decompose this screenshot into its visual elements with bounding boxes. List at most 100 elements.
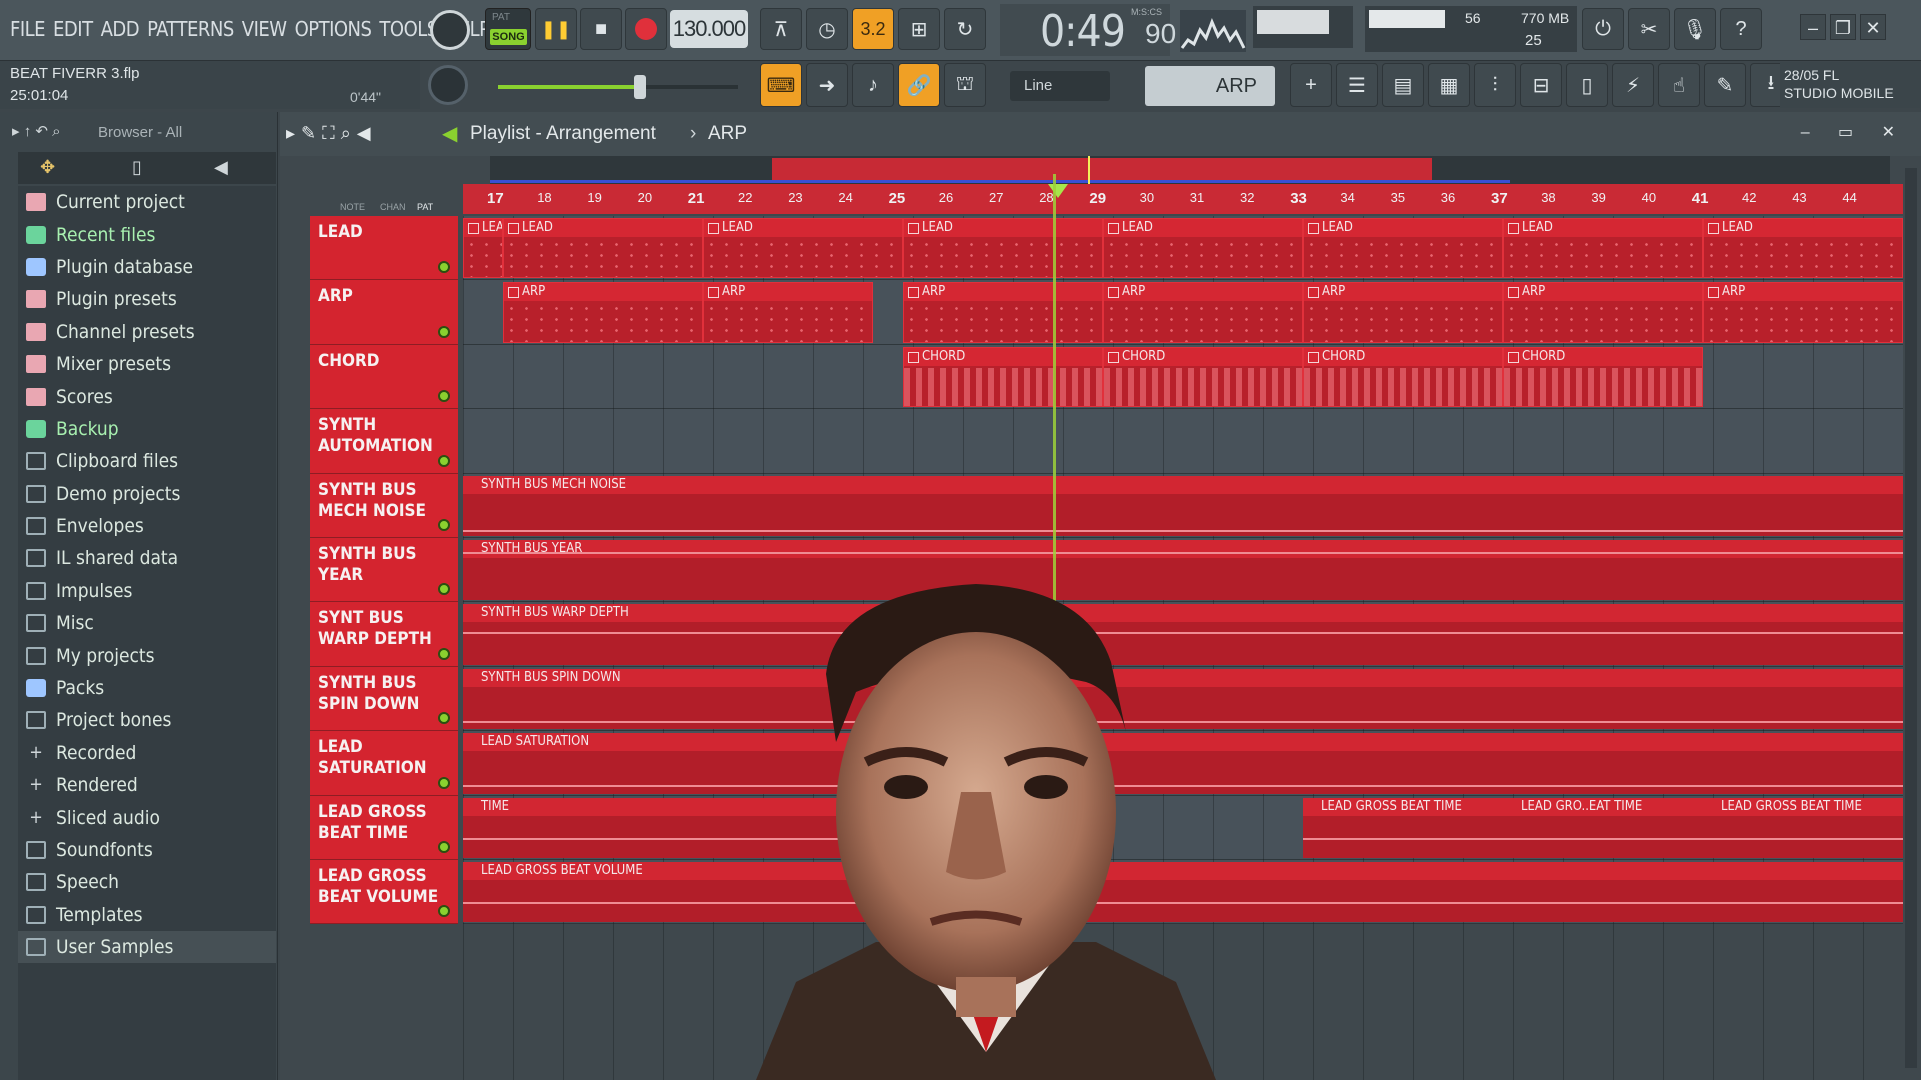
browser-button[interactable]: ⊟ [1520, 63, 1562, 107]
plugin-picker-button[interactable]: ⚡ [1612, 63, 1654, 107]
menu-options[interactable]: OPTIONS [295, 17, 372, 41]
overview-range[interactable] [772, 158, 1432, 182]
typing-keyboard-button[interactable]: ⌨ [760, 63, 802, 107]
online-button[interactable]: ⏻ [1582, 8, 1624, 50]
browser-item[interactable]: Project bones [18, 704, 276, 736]
track-mute-led[interactable] [438, 583, 450, 596]
step-edit-button[interactable]: ➜ [806, 63, 848, 107]
browser-item[interactable]: Recent files [18, 218, 276, 250]
pattern-clip[interactable]: LEAD [703, 218, 903, 279]
track-header[interactable]: SYNT BUS WARP DEPTH [310, 602, 458, 667]
countdown-button[interactable]: 3.2 [852, 8, 894, 50]
pattern-clip[interactable]: LEAD [1503, 218, 1703, 279]
browser-item[interactable]: Clipboard files [18, 445, 276, 477]
browser-item[interactable]: Backup [18, 413, 276, 445]
vertical-scrollbar[interactable] [1905, 168, 1917, 1068]
browser-item[interactable]: Impulses [18, 575, 276, 607]
record-button[interactable] [625, 8, 667, 50]
track-header[interactable]: SYNTH BUS SPIN DOWN [310, 666, 458, 732]
track-mute-led[interactable] [438, 647, 450, 660]
playlist-tool-icons[interactable]: ▸✎⛶⌕◀ [286, 123, 377, 144]
menu-patterns[interactable]: PATTERNS [147, 17, 234, 41]
speaker-green-icon[interactable]: ◀ [442, 121, 457, 146]
pattern-clip[interactable]: ARP [503, 282, 703, 343]
pattern-select[interactable]: ARP [1145, 66, 1275, 106]
pattern-clip[interactable]: CHORD [1303, 346, 1503, 408]
playlist-window-controls[interactable]: – ▭ ✕ [1801, 122, 1907, 142]
playlist-view-button[interactable]: ☰ [1336, 63, 1378, 107]
track-header[interactable]: LEAD [310, 216, 458, 281]
browser-title[interactable]: Browser - All [98, 124, 182, 141]
touch-controller-button[interactable]: ☝ [1658, 63, 1700, 107]
pat-song-toggle[interactable]: PAT SONG [485, 8, 531, 50]
track-mute-led[interactable] [438, 518, 450, 531]
file-icon[interactable]: ▯ [132, 157, 142, 178]
browser-item[interactable]: Plugin presets [18, 283, 276, 315]
track-header[interactable]: ARP [310, 280, 458, 345]
browser-item[interactable]: Misc [18, 607, 276, 639]
snap-select[interactable]: Line [1010, 71, 1110, 101]
master-volume-knob[interactable] [430, 10, 470, 50]
menu-add[interactable]: ADD [101, 17, 140, 41]
browser-item[interactable]: Soundfonts [18, 834, 276, 866]
browser-item[interactable]: User Samples [18, 930, 276, 964]
pause-button[interactable]: ❚❚ [535, 8, 577, 50]
pattern-clip[interactable]: ARP [1503, 282, 1703, 343]
menu-file[interactable]: FILE [10, 17, 46, 41]
browser-item[interactable]: My projects [18, 639, 276, 671]
browser-item[interactable]: Speech [18, 866, 276, 898]
menu-view[interactable]: VIEW [242, 17, 287, 41]
timeline-ruler[interactable]: 17 18 19 20 21 22 23 24 25 26 27 28 29 30 31 32 33 34 35 36… [463, 184, 1903, 214]
pattern-clip[interactable]: LEAD [1103, 218, 1303, 279]
track-mute-led[interactable] [438, 454, 450, 467]
restore-button[interactable]: ❐ [1830, 14, 1856, 40]
edison-button[interactable]: ✎ [1704, 63, 1746, 107]
project-info-button[interactable]: ▯ [1566, 63, 1608, 107]
browser-item[interactable]: + Rendered [18, 769, 276, 801]
track-mute-led[interactable] [438, 712, 450, 725]
master-volume-slider[interactable] [498, 75, 738, 99]
automation-clip[interactable]: LEAD GROSS BEAT TIME [1303, 797, 1503, 858]
record-audio-button[interactable]: 🎙 [1674, 8, 1716, 50]
song-time-display[interactable]: 0:49 90 M:S:CS [1000, 4, 1176, 57]
track-mute-led[interactable] [438, 325, 450, 338]
track-header[interactable]: SYNTH AUTOMATION [310, 409, 458, 474]
multilink-button[interactable]: 🔗 [898, 63, 940, 107]
browser-item[interactable]: Mixer presets [18, 348, 276, 380]
track-mute-led[interactable] [438, 390, 450, 403]
speaker-icon[interactable]: ◀ [214, 157, 228, 178]
pattern-clip[interactable]: CHORD [1503, 346, 1703, 408]
blend-notes-button[interactable]: ⊞ [898, 8, 940, 50]
pattern-clip[interactable]: CHORD [903, 346, 1103, 408]
slider-handle[interactable] [634, 75, 646, 99]
playlist-overview-scrollbar[interactable] [490, 156, 1890, 184]
playhead-marker[interactable] [1048, 184, 1068, 198]
automation-clip[interactable]: SYNTH BUS MECH NOISE [463, 475, 1903, 536]
metronome-button[interactable]: ⊼ [760, 8, 802, 50]
pattern-clip[interactable]: ARP [1103, 282, 1303, 343]
loop-record-button[interactable]: ↻ [944, 8, 986, 50]
pattern-clip[interactable]: ARP [903, 282, 1103, 343]
slide-button[interactable]: ♪ [852, 63, 894, 107]
browser-item[interactable]: + Sliced audio [18, 801, 276, 833]
pattern-clip[interactable]: ARP [1303, 282, 1503, 343]
track-mute-led[interactable] [438, 261, 450, 274]
close-button[interactable]: ✕ [1860, 14, 1886, 40]
piano-roll-button[interactable]: ▤ [1382, 63, 1424, 107]
pattern-clip[interactable]: LEAD [1303, 218, 1503, 279]
news-panel[interactable]: 28/05 FL STUDIO MOBILE [1780, 62, 1920, 108]
pattern-clip[interactable]: LEAD [1703, 218, 1903, 279]
track-mute-led[interactable] [438, 905, 450, 918]
track-header[interactable]: SYNTH BUS MECH NOISE [310, 473, 458, 538]
track-header[interactable]: LEAD GROSS BEAT VOLUME [310, 860, 458, 925]
mixer-button[interactable]: ⫶ [1474, 63, 1516, 107]
browser-item[interactable]: Channel presets [18, 316, 276, 348]
menu-edit[interactable]: EDIT [53, 17, 93, 41]
browser-item[interactable]: Envelopes [18, 510, 276, 542]
browser-item[interactable]: Scores [18, 380, 276, 412]
track-header[interactable]: SYNTH BUS YEAR [310, 538, 458, 603]
cut-tool-button[interactable]: ✂ [1628, 8, 1670, 50]
metronome-alt-button[interactable]: ⛫ [944, 63, 986, 107]
sort-icon[interactable]: ✥ [40, 157, 55, 178]
menu-tools[interactable]: TOOLS [379, 17, 438, 41]
